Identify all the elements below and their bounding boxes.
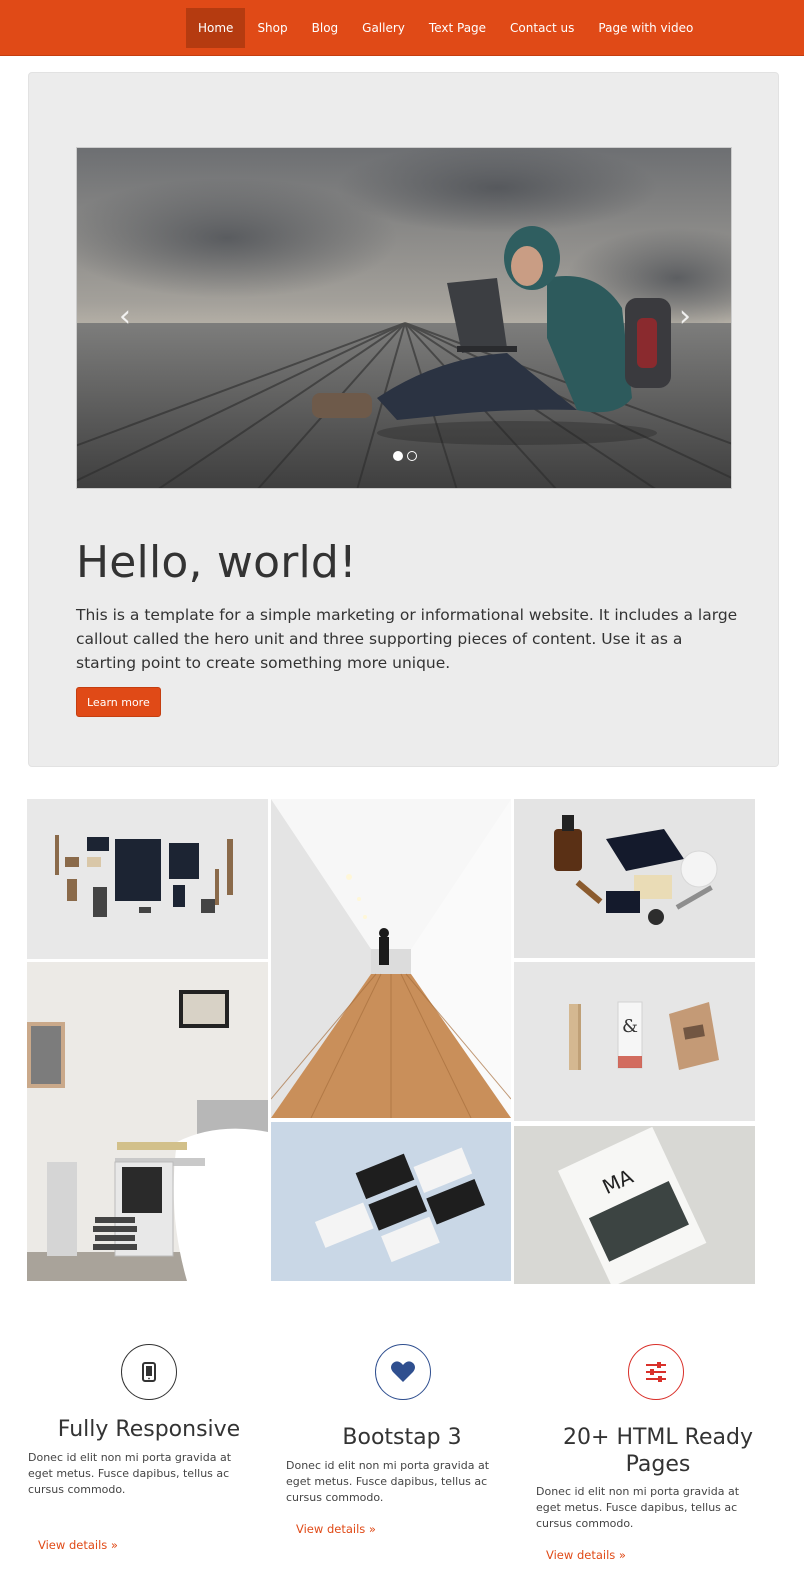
nav-item-page-with-video[interactable]: Page with video [586, 8, 705, 48]
gallery-tile-pins[interactable]: & [514, 962, 755, 1121]
carousel-indicator-1[interactable] [393, 451, 403, 461]
nav-item-home[interactable]: Home [186, 8, 246, 48]
feature-fully-responsive: Fully Responsive Donec id elit non mi po… [27, 1344, 267, 1554]
feature-text: Donec id elit non mi porta gravida at eg… [536, 1485, 740, 1530]
grooming-image [514, 799, 755, 958]
feature-text: Donec id elit non mi porta gravida at eg… [28, 1451, 232, 1496]
gallery-tile-bedroom[interactable] [27, 962, 268, 1281]
view-details-link[interactable]: View details » [546, 1548, 626, 1562]
stationery-image [27, 799, 268, 959]
carousel-indicators [393, 451, 417, 461]
view-details-link[interactable]: View details » [296, 1522, 376, 1536]
pins-image: & [514, 962, 755, 1121]
nav-item-gallery[interactable]: Gallery [350, 8, 417, 48]
svg-text:&: & [622, 1016, 638, 1037]
hero-slide-image [77, 148, 731, 488]
carousel-prev-button[interactable]: ‹ [113, 300, 137, 334]
feature-title: Bootstap 3 [342, 1425, 462, 1450]
nav-menu: Home Shop Blog Gallery Text Page Contact… [186, 8, 705, 48]
feature-text: Donec id elit non mi porta gravida at eg… [286, 1459, 490, 1504]
feature-html-pages: 20+ HTML Ready Pages Donec id elit non m… [535, 1344, 775, 1564]
hero-title: Hello, world! [76, 537, 357, 588]
nav-item-blog[interactable]: Blog [300, 8, 351, 48]
feature-bootstrap: Bootstap 3 Donec id elit non mi porta gr… [285, 1344, 517, 1544]
view-details-link[interactable]: View details » [38, 1538, 118, 1552]
heart-icon [375, 1344, 431, 1400]
carousel-next-button[interactable]: › [673, 300, 697, 334]
gallery-tile-stationery[interactable] [27, 799, 268, 959]
feature-title: Fully Responsive [57, 1417, 241, 1442]
hero-carousel[interactable]: ‹ › [76, 147, 732, 489]
feature-title: 20+ HTML Ready Pages [563, 1425, 753, 1477]
carousel-indicator-2[interactable] [407, 451, 417, 461]
gallery-tile-corridor[interactable] [271, 799, 511, 1118]
navbar: Home Shop Blog Gallery Text Page Contact… [0, 0, 804, 56]
business-cards-image [271, 1122, 511, 1281]
learn-more-button[interactable]: Learn more [76, 687, 161, 717]
gallery-tile-grooming[interactable] [514, 799, 755, 958]
gallery-tile-business-cards[interactable] [271, 1122, 511, 1281]
bedroom-image [27, 962, 268, 1281]
hero-text: This is a template for a simple marketin… [76, 606, 738, 672]
sliders-icon [628, 1344, 684, 1400]
corridor-image [271, 799, 511, 1118]
tablet-icon [121, 1344, 177, 1400]
nav-item-contact-us[interactable]: Contact us [498, 8, 586, 48]
nav-item-text-page[interactable]: Text Page [417, 8, 498, 48]
nav-item-shop[interactable]: Shop [245, 8, 299, 48]
gallery-tile-magazine[interactable]: MA [514, 1126, 755, 1284]
hero-unit: ‹ › Hello, world! This is a template for… [28, 72, 779, 767]
magazine-image: MA [514, 1126, 755, 1284]
